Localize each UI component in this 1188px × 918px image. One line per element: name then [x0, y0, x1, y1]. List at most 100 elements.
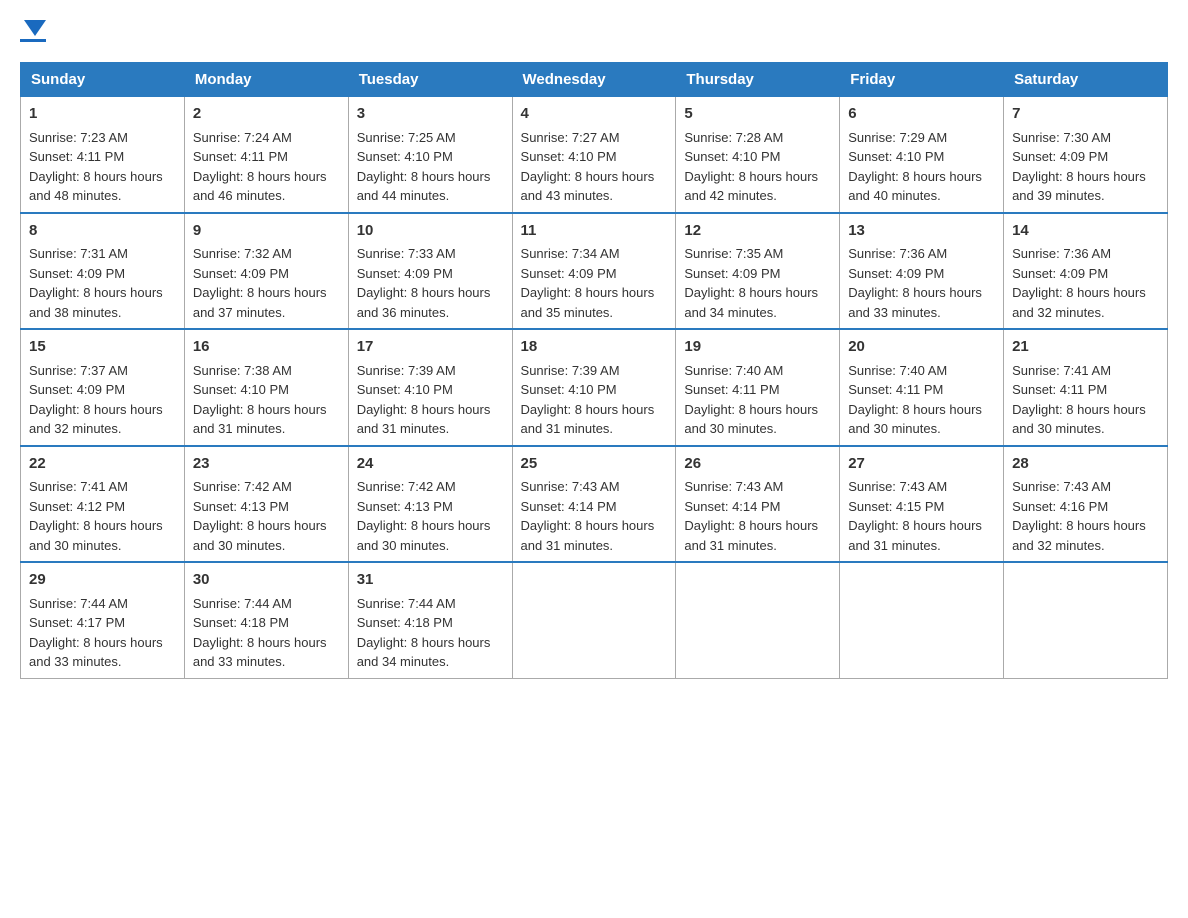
- calendar-week-row: 22Sunrise: 7:41 AMSunset: 4:12 PMDayligh…: [21, 446, 1168, 563]
- day-number: 9: [193, 220, 340, 243]
- weekday-header-monday: Monday: [184, 63, 348, 97]
- calendar-cell: [1004, 562, 1168, 678]
- sunset-label: Sunset: 4:10 PM: [357, 149, 453, 164]
- calendar-cell: 31Sunrise: 7:44 AMSunset: 4:18 PMDayligh…: [348, 562, 512, 678]
- daylight-label: Daylight: 8 hours hours: [29, 285, 163, 300]
- sunrise-label: Sunrise: 7:40 AM: [848, 363, 947, 378]
- day-number: 19: [684, 336, 831, 359]
- daylight-minutes-label: and 31 minutes.: [684, 538, 777, 553]
- daylight-label: Daylight: 8 hours hours: [684, 169, 818, 184]
- daylight-label: Daylight: 8 hours hours: [684, 285, 818, 300]
- sunset-label: Sunset: 4:10 PM: [521, 149, 617, 164]
- calendar-cell: 6Sunrise: 7:29 AMSunset: 4:10 PMDaylight…: [840, 97, 1004, 213]
- calendar-cell: [512, 562, 676, 678]
- sunset-label: Sunset: 4:11 PM: [1012, 382, 1107, 397]
- logo: [20, 20, 46, 42]
- daylight-minutes-label: and 36 minutes.: [357, 305, 450, 320]
- weekday-header-sunday: Sunday: [21, 63, 185, 97]
- sunrise-label: Sunrise: 7:36 AM: [1012, 246, 1111, 261]
- sunrise-label: Sunrise: 7:35 AM: [684, 246, 783, 261]
- daylight-minutes-label: and 44 minutes.: [357, 188, 450, 203]
- logo-underline: [20, 39, 46, 42]
- daylight-minutes-label: and 31 minutes.: [193, 421, 286, 436]
- sunrise-label: Sunrise: 7:44 AM: [193, 596, 292, 611]
- day-number: 21: [1012, 336, 1159, 359]
- daylight-label: Daylight: 8 hours hours: [1012, 285, 1146, 300]
- sunset-label: Sunset: 4:18 PM: [357, 615, 453, 630]
- daylight-label: Daylight: 8 hours hours: [684, 402, 818, 417]
- calendar-cell: 22Sunrise: 7:41 AMSunset: 4:12 PMDayligh…: [21, 446, 185, 563]
- daylight-label: Daylight: 8 hours hours: [193, 169, 327, 184]
- sunset-label: Sunset: 4:15 PM: [848, 499, 944, 514]
- daylight-minutes-label: and 32 minutes.: [1012, 538, 1105, 553]
- calendar-cell: 16Sunrise: 7:38 AMSunset: 4:10 PMDayligh…: [184, 329, 348, 446]
- sunrise-label: Sunrise: 7:43 AM: [521, 479, 620, 494]
- day-number: 22: [29, 453, 176, 476]
- sunrise-label: Sunrise: 7:42 AM: [193, 479, 292, 494]
- weekday-header-saturday: Saturday: [1004, 63, 1168, 97]
- calendar-week-row: 15Sunrise: 7:37 AMSunset: 4:09 PMDayligh…: [21, 329, 1168, 446]
- calendar-cell: 10Sunrise: 7:33 AMSunset: 4:09 PMDayligh…: [348, 213, 512, 330]
- weekday-header-thursday: Thursday: [676, 63, 840, 97]
- daylight-minutes-label: and 30 minutes.: [29, 538, 122, 553]
- sunrise-label: Sunrise: 7:44 AM: [29, 596, 128, 611]
- calendar-cell: [676, 562, 840, 678]
- sunset-label: Sunset: 4:10 PM: [357, 382, 453, 397]
- sunrise-label: Sunrise: 7:34 AM: [521, 246, 620, 261]
- calendar-table: SundayMondayTuesdayWednesdayThursdayFrid…: [20, 62, 1168, 679]
- calendar-week-row: 8Sunrise: 7:31 AMSunset: 4:09 PMDaylight…: [21, 213, 1168, 330]
- sunrise-label: Sunrise: 7:28 AM: [684, 130, 783, 145]
- daylight-minutes-label: and 33 minutes.: [29, 654, 122, 669]
- sunset-label: Sunset: 4:11 PM: [193, 149, 288, 164]
- sunset-label: Sunset: 4:09 PM: [1012, 266, 1108, 281]
- calendar-cell: 19Sunrise: 7:40 AMSunset: 4:11 PMDayligh…: [676, 329, 840, 446]
- daylight-label: Daylight: 8 hours hours: [521, 169, 655, 184]
- daylight-minutes-label: and 31 minutes.: [521, 538, 614, 553]
- calendar-cell: 30Sunrise: 7:44 AMSunset: 4:18 PMDayligh…: [184, 562, 348, 678]
- sunset-label: Sunset: 4:10 PM: [193, 382, 289, 397]
- day-number: 12: [684, 220, 831, 243]
- day-number: 24: [357, 453, 504, 476]
- sunrise-label: Sunrise: 7:37 AM: [29, 363, 128, 378]
- sunrise-label: Sunrise: 7:43 AM: [1012, 479, 1111, 494]
- sunset-label: Sunset: 4:09 PM: [357, 266, 453, 281]
- daylight-label: Daylight: 8 hours hours: [1012, 169, 1146, 184]
- day-number: 11: [521, 220, 668, 243]
- sunrise-label: Sunrise: 7:39 AM: [521, 363, 620, 378]
- daylight-label: Daylight: 8 hours hours: [357, 518, 491, 533]
- daylight-label: Daylight: 8 hours hours: [848, 285, 982, 300]
- day-number: 1: [29, 103, 176, 126]
- day-number: 31: [357, 569, 504, 592]
- day-number: 5: [684, 103, 831, 126]
- calendar-cell: 7Sunrise: 7:30 AMSunset: 4:09 PMDaylight…: [1004, 97, 1168, 213]
- sunset-label: Sunset: 4:09 PM: [29, 266, 125, 281]
- sunrise-label: Sunrise: 7:24 AM: [193, 130, 292, 145]
- sunset-label: Sunset: 4:09 PM: [684, 266, 780, 281]
- calendar-cell: 11Sunrise: 7:34 AMSunset: 4:09 PMDayligh…: [512, 213, 676, 330]
- sunset-label: Sunset: 4:12 PM: [29, 499, 125, 514]
- daylight-minutes-label: and 33 minutes.: [848, 305, 941, 320]
- daylight-label: Daylight: 8 hours hours: [29, 635, 163, 650]
- calendar-cell: 26Sunrise: 7:43 AMSunset: 4:14 PMDayligh…: [676, 446, 840, 563]
- sunrise-label: Sunrise: 7:31 AM: [29, 246, 128, 261]
- daylight-minutes-label: and 30 minutes.: [848, 421, 941, 436]
- day-number: 29: [29, 569, 176, 592]
- weekday-header-friday: Friday: [840, 63, 1004, 97]
- daylight-minutes-label: and 34 minutes.: [357, 654, 450, 669]
- daylight-label: Daylight: 8 hours hours: [357, 285, 491, 300]
- day-number: 15: [29, 336, 176, 359]
- day-number: 4: [521, 103, 668, 126]
- daylight-minutes-label: and 37 minutes.: [193, 305, 286, 320]
- daylight-label: Daylight: 8 hours hours: [848, 518, 982, 533]
- day-number: 14: [1012, 220, 1159, 243]
- sunrise-label: Sunrise: 7:39 AM: [357, 363, 456, 378]
- day-number: 18: [521, 336, 668, 359]
- calendar-cell: 2Sunrise: 7:24 AMSunset: 4:11 PMDaylight…: [184, 97, 348, 213]
- daylight-label: Daylight: 8 hours hours: [357, 402, 491, 417]
- daylight-minutes-label: and 38 minutes.: [29, 305, 122, 320]
- day-number: 7: [1012, 103, 1159, 126]
- calendar-cell: 24Sunrise: 7:42 AMSunset: 4:13 PMDayligh…: [348, 446, 512, 563]
- daylight-label: Daylight: 8 hours hours: [1012, 402, 1146, 417]
- sunrise-label: Sunrise: 7:25 AM: [357, 130, 456, 145]
- calendar-cell: 18Sunrise: 7:39 AMSunset: 4:10 PMDayligh…: [512, 329, 676, 446]
